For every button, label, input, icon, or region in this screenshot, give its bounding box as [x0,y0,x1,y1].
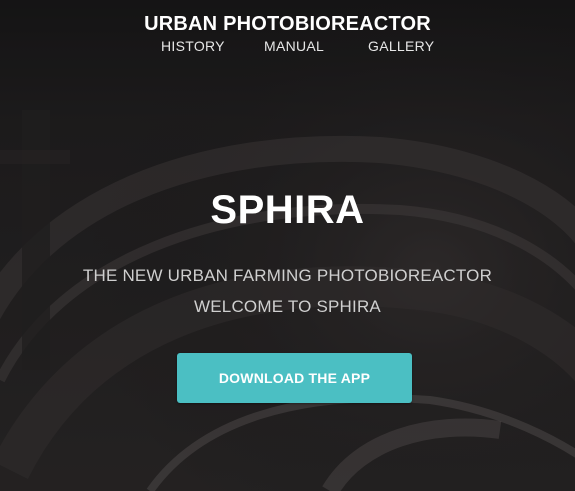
nav-link-manual[interactable]: MANUAL [264,38,324,54]
nav-link-gallery[interactable]: GALLERY [368,38,434,54]
landing-page: URBAN PHOTOBIOREACTOR HISTORY MANUAL GAL… [0,0,575,491]
download-app-button[interactable]: DOWNLOAD THE APP [177,353,412,403]
hero-tagline-line1: THE NEW URBAN FARMING PHOTOBIOREACTOR [82,266,493,285]
nav-link-history[interactable]: HISTORY [161,38,225,54]
main-nav: HISTORY MANUAL GALLERY [0,38,575,56]
site-header: URBAN PHOTOBIOREACTOR HISTORY MANUAL GAL… [0,0,575,80]
hero-title: SPHIRA [210,188,365,232]
site-title-link[interactable]: URBAN PHOTOBIOREACTOR [0,13,575,36]
hero-tagline-line2: WELCOME TO SPHIRA [194,297,381,316]
